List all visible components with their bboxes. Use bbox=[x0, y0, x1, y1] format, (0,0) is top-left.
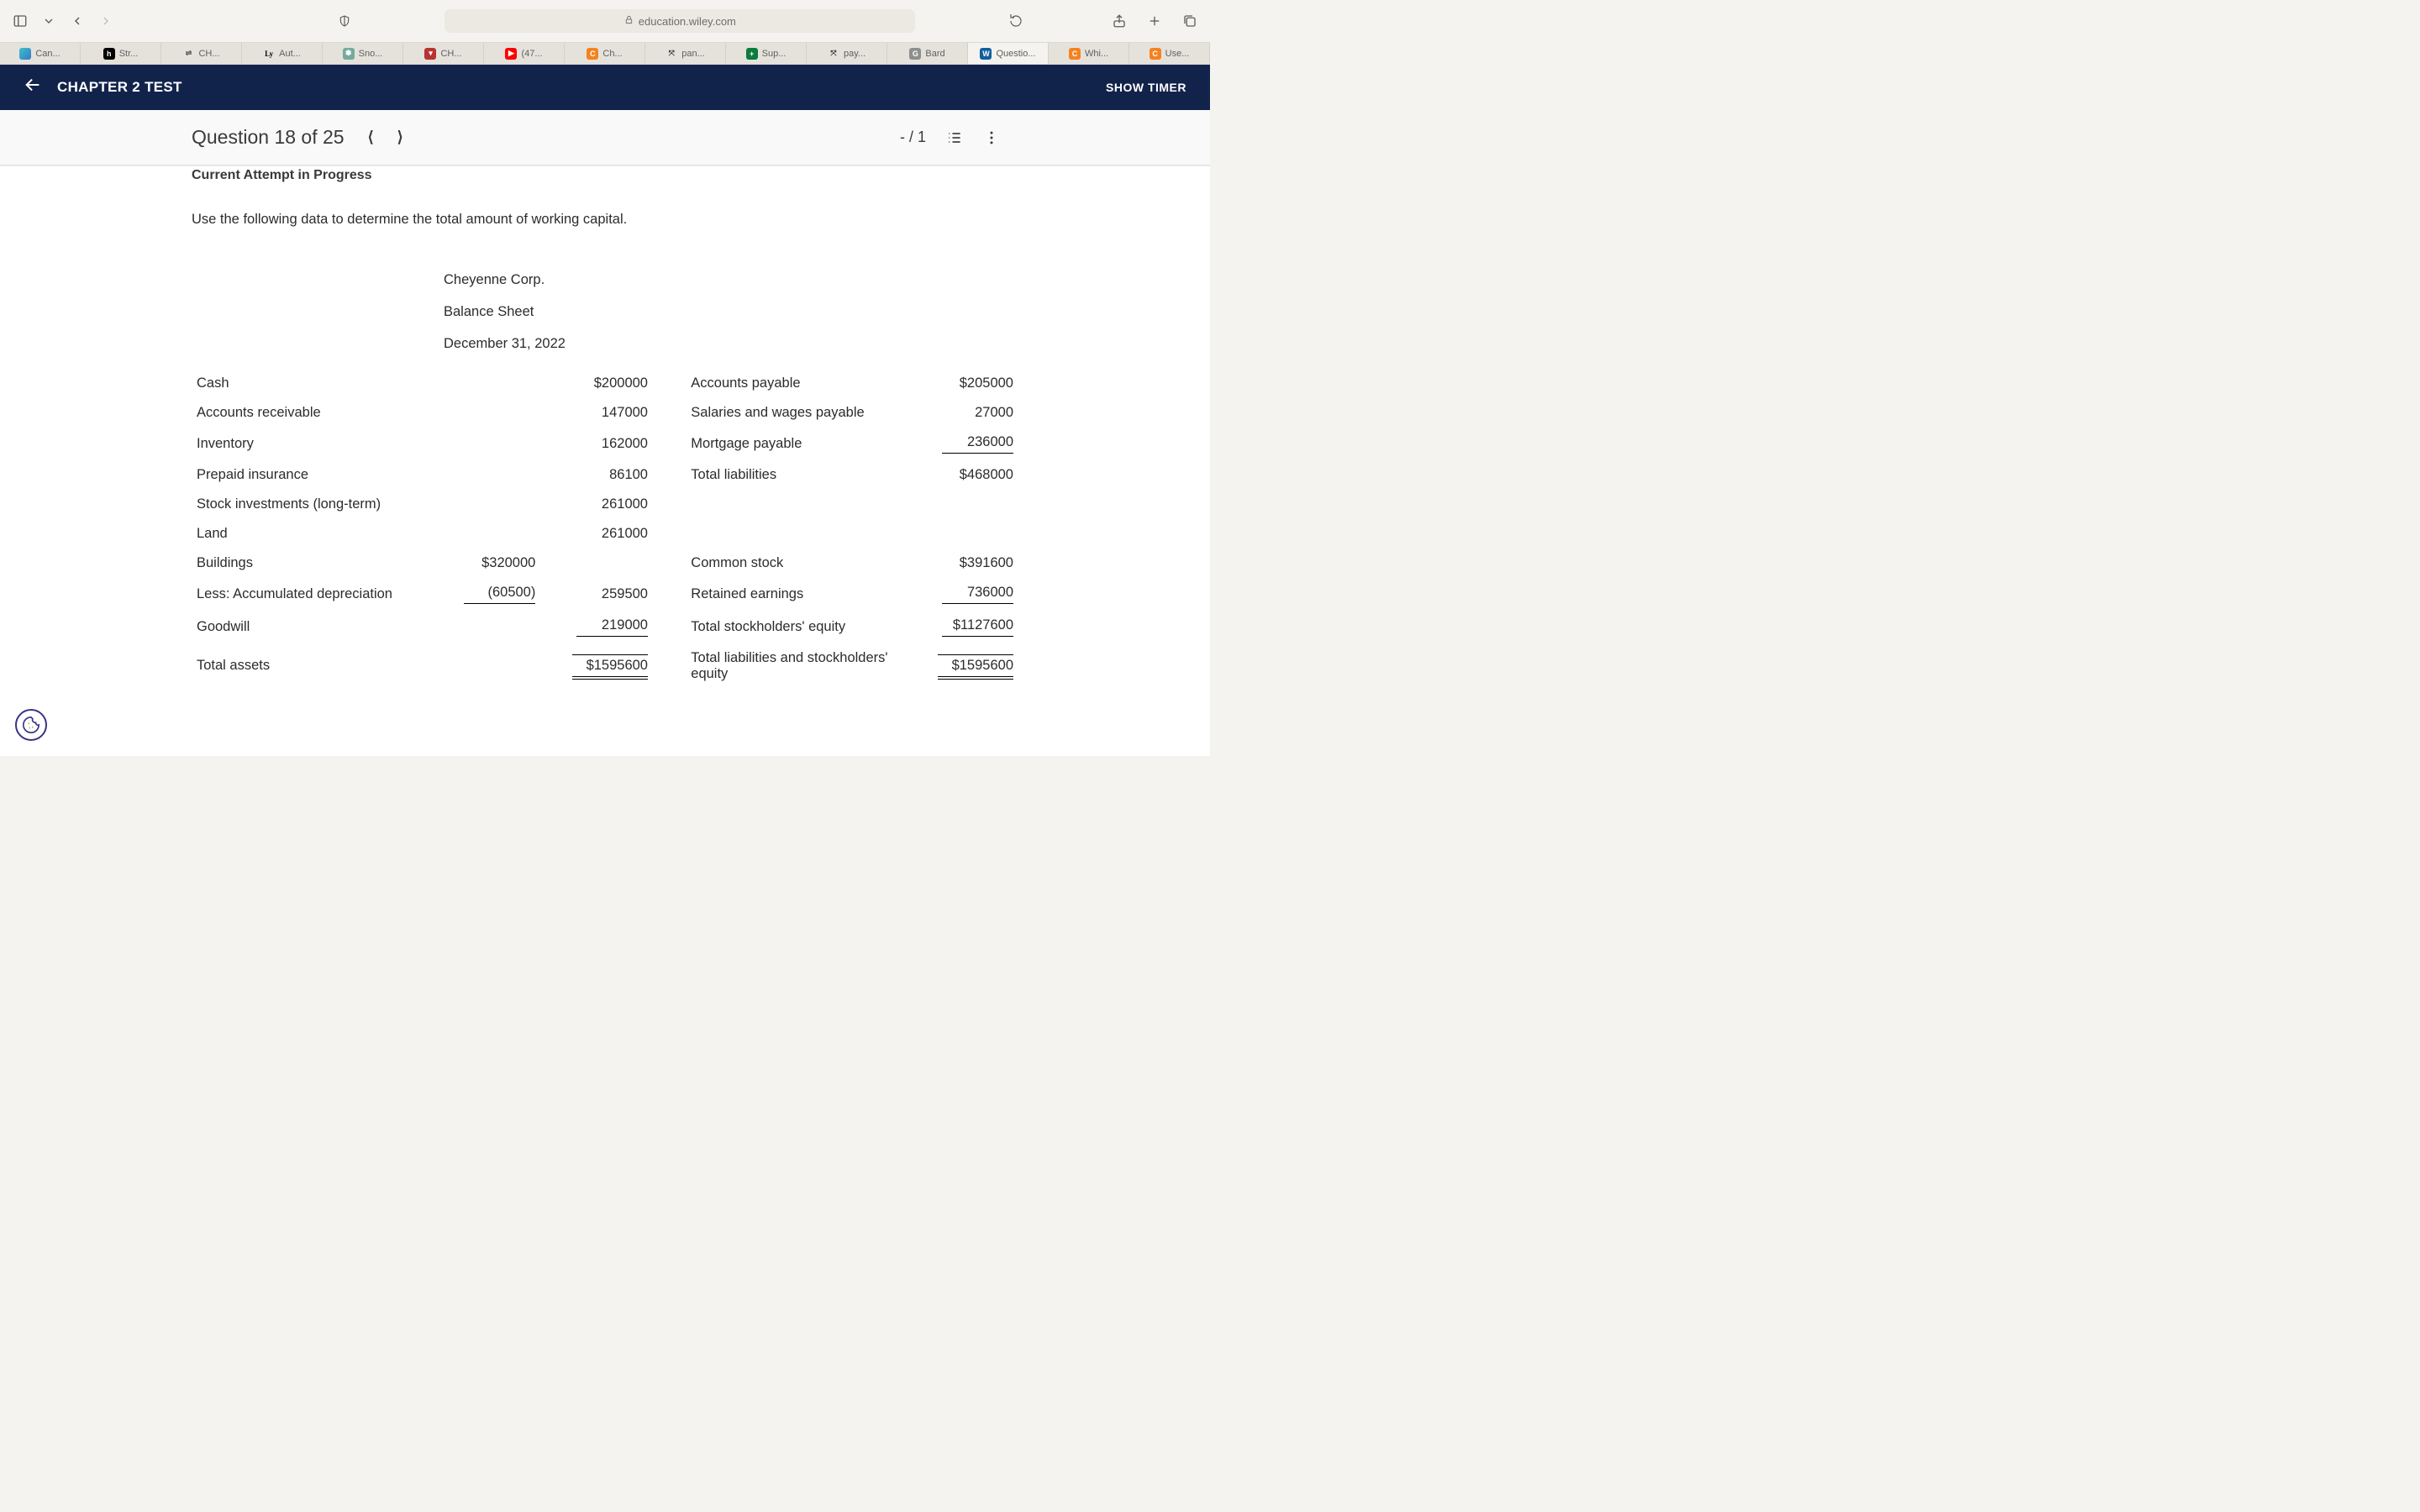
more-icon[interactable] bbox=[983, 129, 1000, 146]
browser-tab[interactable]: C Whi... bbox=[1049, 43, 1129, 64]
next-question-icon[interactable]: ⟩ bbox=[397, 129, 403, 146]
favicon: ✽ bbox=[343, 48, 355, 60]
table-row: Less: Accumulated depreciation(60500)259… bbox=[192, 578, 1018, 611]
table-row: Inventory162000Mortgage payable236000 bbox=[192, 428, 1018, 460]
table-row: Land261000 bbox=[192, 519, 1018, 549]
favicon: G bbox=[909, 48, 921, 60]
forward-icon[interactable] bbox=[96, 11, 116, 31]
question-bar: Question 18 of 25 ⟨ ⟩ - / 1 bbox=[0, 110, 1210, 165]
url-text: education.wiley.com bbox=[639, 15, 736, 28]
favicon: h bbox=[103, 48, 115, 60]
browser-tab[interactable]: + Sup... bbox=[726, 43, 807, 64]
favicon: ▶ bbox=[505, 48, 517, 60]
tab-label: CH... bbox=[198, 49, 219, 59]
statement-date: December 31, 2022 bbox=[444, 328, 566, 360]
browser-tab[interactable]: ▾ CH... bbox=[403, 43, 484, 64]
tab-label: Ch... bbox=[602, 49, 622, 59]
tab-label: Bard bbox=[925, 49, 944, 59]
tab-label: Whi... bbox=[1085, 49, 1108, 59]
tab-label: Sup... bbox=[762, 49, 786, 59]
tabs-icon[interactable] bbox=[1180, 11, 1200, 31]
browser-tab[interactable]: C Ch... bbox=[565, 43, 645, 64]
list-icon[interactable] bbox=[946, 129, 963, 146]
tab-label: Sno... bbox=[359, 49, 383, 59]
browser-tab[interactable]: Can... bbox=[0, 43, 81, 64]
table-row: Buildings$320000Common stock$391600 bbox=[192, 549, 1018, 578]
back-arrow-icon[interactable] bbox=[24, 76, 42, 99]
shield-icon[interactable] bbox=[334, 11, 355, 31]
table-row: Total assets$1595600Total liabilities an… bbox=[192, 643, 1018, 689]
show-timer-button[interactable]: SHOW TIMER bbox=[1106, 81, 1186, 94]
browser-tab[interactable]: Ly Aut... bbox=[242, 43, 323, 64]
cookie-settings-icon[interactable] bbox=[15, 709, 47, 741]
favicon: C bbox=[1069, 48, 1081, 60]
prev-question-icon[interactable]: ⟨ bbox=[368, 129, 374, 146]
favicon: ▾ bbox=[424, 48, 436, 60]
company-name: Cheyenne Corp. bbox=[444, 265, 544, 297]
test-header: CHAPTER 2 TEST SHOW TIMER bbox=[0, 65, 1210, 110]
table-row: Stock investments (long-term)261000 bbox=[192, 490, 1018, 519]
table-row: Cash$200000Accounts payable$205000 bbox=[192, 369, 1018, 398]
favicon: ⤧ bbox=[666, 48, 677, 60]
score-text: - / 1 bbox=[900, 129, 926, 146]
tab-strip: Can... h Str... ⇌ CH... Ly Aut... ✽ Sno... ▾ CH...… bbox=[0, 42, 1210, 65]
table-row: Prepaid insurance86100Total liabilities$… bbox=[192, 460, 1018, 490]
browser-tab[interactable]: W Questio... bbox=[968, 43, 1049, 64]
balance-sheet: Cheyenne Corp. Balance Sheet December 31… bbox=[192, 265, 1018, 689]
browser-tab[interactable]: ✽ Sno... bbox=[323, 43, 403, 64]
browser-toolbar: education.wiley.com bbox=[0, 0, 1210, 42]
tab-label: CH... bbox=[440, 49, 461, 59]
sidebar-toggle-icon[interactable] bbox=[10, 11, 30, 31]
tab-label: pay... bbox=[844, 49, 865, 59]
lock-icon bbox=[624, 15, 634, 27]
balance-sheet-table: Cash$200000Accounts payable$205000Accoun… bbox=[192, 369, 1018, 689]
favicon: Ly bbox=[263, 48, 275, 60]
favicon bbox=[19, 48, 31, 60]
question-prompt: Use the following data to determine the … bbox=[192, 212, 1018, 228]
table-row: Accounts receivable147000Salaries and wa… bbox=[192, 398, 1018, 428]
browser-tab[interactable]: ▶ (47... bbox=[484, 43, 565, 64]
favicon: ⤧ bbox=[828, 48, 839, 60]
favicon: C bbox=[587, 48, 598, 60]
refresh-icon[interactable] bbox=[1006, 11, 1026, 31]
address-bar[interactable]: education.wiley.com bbox=[445, 9, 915, 33]
favicon: + bbox=[746, 48, 758, 60]
tab-label: Can... bbox=[35, 49, 60, 59]
favicon: C bbox=[1150, 48, 1161, 60]
tab-label: Use... bbox=[1165, 49, 1190, 59]
content-area: Current Attempt in Progress Use the foll… bbox=[0, 165, 1210, 756]
favicon: ⇌ bbox=[182, 48, 194, 60]
tab-label: pan... bbox=[681, 49, 705, 59]
test-title: CHAPTER 2 TEST bbox=[57, 79, 182, 96]
statement-name: Balance Sheet bbox=[444, 297, 534, 328]
browser-tab[interactable]: ⤧ pan... bbox=[645, 43, 726, 64]
browser-tab[interactable]: h Str... bbox=[81, 43, 161, 64]
favicon: W bbox=[980, 48, 992, 60]
back-icon[interactable] bbox=[67, 11, 87, 31]
browser-tab[interactable]: C Use... bbox=[1129, 43, 1210, 64]
share-icon[interactable] bbox=[1109, 11, 1129, 31]
chevron-down-icon[interactable] bbox=[39, 11, 59, 31]
attempt-status: Current Attempt in Progress bbox=[192, 166, 1018, 185]
tab-label: Questio... bbox=[996, 49, 1035, 59]
table-row: Goodwill219000Total stockholders' equity… bbox=[192, 611, 1018, 643]
browser-tab[interactable]: ⤧ pay... bbox=[807, 43, 887, 64]
tab-label: (47... bbox=[521, 49, 542, 59]
tab-label: Str... bbox=[119, 49, 139, 59]
tab-label: Aut... bbox=[279, 49, 301, 59]
question-title: Question 18 of 25 bbox=[192, 126, 345, 149]
browser-tab[interactable]: G Bard bbox=[887, 43, 968, 64]
browser-tab[interactable]: ⇌ CH... bbox=[161, 43, 242, 64]
new-tab-icon[interactable] bbox=[1144, 11, 1165, 31]
